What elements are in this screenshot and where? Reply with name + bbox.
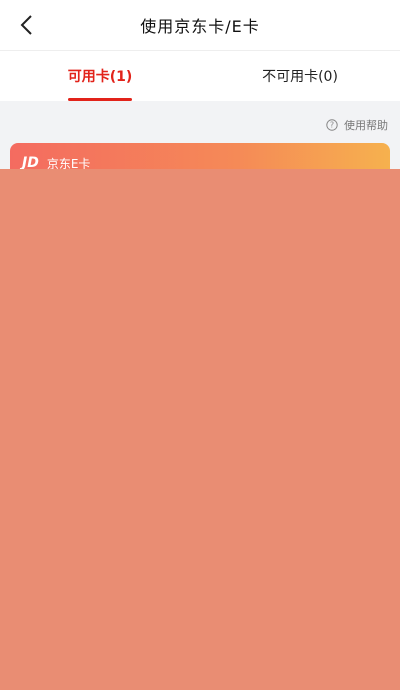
tab-available-label: 可用卡(1) — [67, 69, 133, 85]
help-link[interactable]: ? 使用帮助 — [326, 117, 388, 133]
modal-overlay[interactable] — [0, 169, 400, 690]
card-tabs: 可用卡(1) 不可用卡(0) — [0, 51, 400, 101]
svg-text:?: ? — [330, 121, 334, 130]
top-nav-bar: 使用京东卡/E卡 — [0, 0, 400, 51]
help-label: 使用帮助 — [344, 119, 388, 132]
tab-available[interactable]: 可用卡(1) — [0, 51, 200, 101]
chevron-left-icon — [20, 15, 32, 35]
back-button[interactable] — [12, 10, 40, 40]
tab-unavailable[interactable]: 不可用卡(0) — [200, 51, 400, 101]
page-title: 使用京东卡/E卡 — [140, 17, 260, 36]
tab-unavailable-label: 不可用卡(0) — [262, 69, 338, 85]
question-circle-icon: ? — [326, 119, 338, 131]
